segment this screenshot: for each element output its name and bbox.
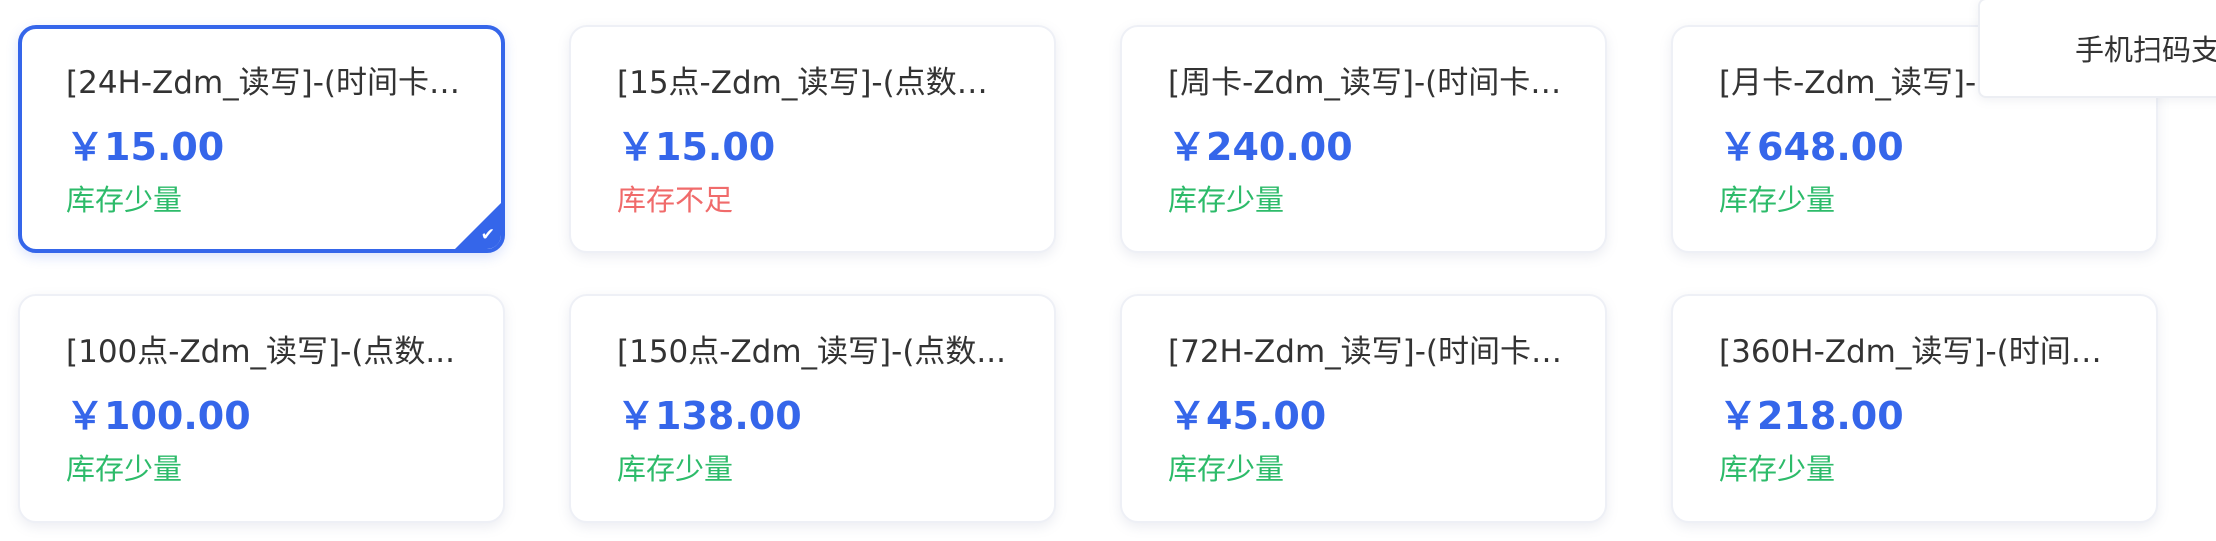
product-name: [360H-Zdm_读写]-(时间卡... [1719, 334, 2119, 370]
product-card[interactable]: [360H-Zdm_读写]-(时间卡... ￥218.00 库存少量 [1671, 294, 2158, 523]
product-card[interactable]: [72H-Zdm_读写]-(时间卡-... ￥45.00 库存少量 [1120, 294, 1607, 523]
mobile-scan-pay-panel[interactable]: 手机扫码支付 [1978, 0, 2216, 98]
product-price: ￥15.00 [617, 125, 776, 169]
product-name: [15点-Zdm_读写]-(点数卡_... [617, 65, 1017, 101]
product-card[interactable]: [周卡-Zdm_读写]-(时间卡_... ￥240.00 库存少量 [1120, 25, 1607, 253]
product-name: [100点-Zdm_读写]-(点数... [66, 334, 455, 370]
checkmark-icon: ✔ [480, 225, 495, 245]
product-price: ￥240.00 [1168, 125, 1353, 169]
product-selection-area: [24H-Zdm_读写]-(时间卡_... ￥15.00 库存少量 ✔ [15点… [0, 0, 2216, 541]
product-card[interactable]: [24H-Zdm_读写]-(时间卡_... ￥15.00 库存少量 ✔ [18, 25, 505, 253]
product-price: ￥45.00 [1168, 394, 1327, 438]
product-name: [72H-Zdm_读写]-(时间卡-... [1168, 334, 1568, 370]
product-grid: [24H-Zdm_读写]-(时间卡_... ￥15.00 库存少量 ✔ [15点… [18, 25, 2158, 523]
stock-status: 库存少量 [1719, 183, 1836, 217]
product-card[interactable]: [150点-Zdm_读写]-(点数... ￥138.00 库存少量 [569, 294, 1056, 523]
product-price: ￥138.00 [617, 394, 802, 438]
stock-status: 库存少量 [617, 452, 734, 486]
stock-status: 库存少量 [1168, 452, 1285, 486]
stock-status: 库存少量 [1719, 452, 1836, 486]
product-card[interactable]: [100点-Zdm_读写]-(点数... ￥100.00 库存少量 [18, 294, 505, 523]
mobile-scan-pay-label: 手机扫码支付 [2075, 33, 2216, 67]
product-card[interactable]: [15点-Zdm_读写]-(点数卡_... ￥15.00 库存不足 [569, 25, 1056, 253]
product-price: ￥218.00 [1719, 394, 1904, 438]
stock-status: 库存少量 [66, 183, 183, 217]
stock-status: 库存不足 [617, 183, 734, 217]
product-price: ￥15.00 [66, 125, 225, 169]
product-price: ￥648.00 [1719, 125, 1904, 169]
stock-status: 库存少量 [1168, 183, 1285, 217]
product-name: [24H-Zdm_读写]-(时间卡_... [66, 65, 466, 101]
product-name: [150点-Zdm_读写]-(点数... [617, 334, 1006, 370]
product-price: ￥100.00 [66, 394, 251, 438]
stock-status: 库存少量 [66, 452, 183, 486]
product-name: [周卡-Zdm_读写]-(时间卡_... [1168, 65, 1568, 101]
